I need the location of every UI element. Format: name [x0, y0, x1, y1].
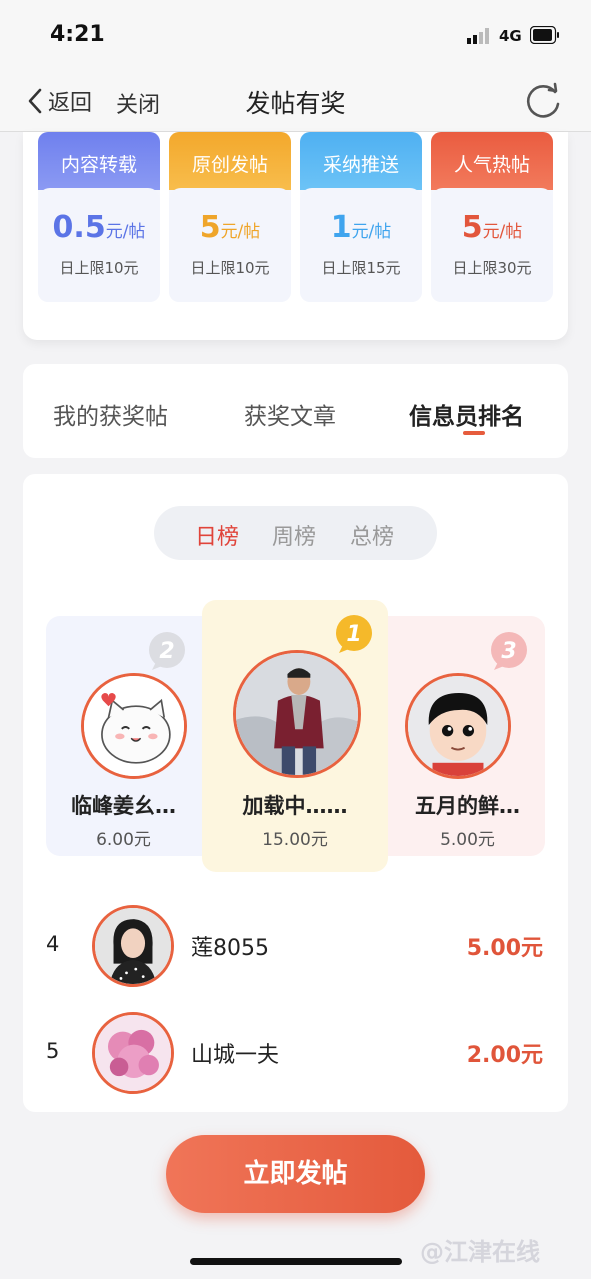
podium-name: 五月的鲜…	[415, 794, 520, 818]
reward-value: 5	[461, 210, 483, 245]
back-button[interactable]: 返回	[26, 86, 92, 116]
signal-icon	[467, 28, 489, 44]
row-amount: 5.00元	[466, 936, 543, 961]
list-item[interactable]: 5 山城一夫 2.00元	[23, 1002, 568, 1102]
podium-amount: 6.00元	[96, 830, 151, 850]
chevron-left-icon	[28, 88, 42, 114]
reward-value: 5	[199, 210, 221, 245]
reward-card: 内容转载 0.5元/帖 日上限10元 原创发帖 5元/帖 日上限10元 采纳推送…	[23, 132, 568, 340]
person-photo-avatar-icon	[236, 653, 358, 775]
avatar[interactable]	[81, 673, 187, 779]
refresh-icon[interactable]	[522, 80, 564, 122]
reward-tile-popular[interactable]: 人气热帖 5元/帖 日上限30元	[431, 132, 553, 302]
avatar[interactable]	[405, 673, 511, 779]
svg-text:2: 2	[159, 639, 174, 664]
reward-value: 0.5	[52, 210, 106, 245]
rank-3-badge-icon: 3	[491, 632, 527, 670]
reward-title: 原创发帖	[169, 132, 291, 190]
network-type: 4G	[499, 27, 522, 45]
reward-unit: 元/帖	[482, 222, 523, 242]
reward-unit: 元/帖	[105, 222, 146, 242]
tab-my-awards[interactable]: 我的获奖帖	[53, 397, 168, 431]
reward-tile-original[interactable]: 原创发帖 5元/帖 日上限10元	[169, 132, 291, 302]
segment-total[interactable]: 总榜	[350, 519, 394, 551]
podium-amount: 5.00元	[440, 830, 495, 850]
reward-title: 内容转载	[38, 132, 160, 190]
post-now-button[interactable]: 立即发帖	[166, 1135, 425, 1213]
list-item[interactable]: 4 莲8055 5.00元	[23, 895, 568, 995]
reward-tile-repost[interactable]: 内容转载 0.5元/帖 日上限10元	[38, 132, 160, 302]
back-label: 返回	[48, 91, 93, 116]
segment-weekly[interactable]: 周榜	[272, 519, 316, 551]
avatar[interactable]	[92, 1012, 174, 1094]
podium-amount: 15.00元	[262, 830, 328, 850]
cartoon-boy-avatar-icon	[408, 676, 508, 776]
svg-text:3: 3	[501, 639, 516, 664]
cat-avatar-icon	[84, 676, 184, 776]
avatar[interactable]	[92, 905, 174, 987]
avatar[interactable]	[233, 650, 361, 778]
period-segment: 日榜 周榜 总榜	[154, 506, 437, 560]
row-rank: 4	[46, 932, 60, 956]
reward-tile-adopted[interactable]: 采纳推送 1元/帖 日上限15元	[300, 132, 422, 302]
reward-unit: 元/帖	[220, 222, 261, 242]
status-time: 4:21	[50, 22, 105, 47]
svg-text:1: 1	[346, 622, 361, 647]
podium-name: 临峰姜幺…	[71, 794, 176, 818]
flower-photo-avatar-icon	[95, 1015, 171, 1091]
nav-bar: 返回 关闭 发帖有奖	[0, 72, 591, 132]
reward-limit: 日上限10元	[59, 259, 139, 277]
reward-value: 1	[330, 210, 352, 245]
row-rank: 5	[46, 1039, 60, 1063]
status-bar: 4:21 4G	[0, 0, 591, 72]
reward-title: 人气热帖	[431, 132, 553, 190]
row-name: 山城一夫	[191, 1043, 280, 1068]
home-indicator	[190, 1258, 402, 1265]
row-name: 莲8055	[191, 936, 269, 961]
segment-daily[interactable]: 日榜	[195, 519, 239, 551]
close-button[interactable]: 关闭	[116, 87, 160, 119]
tab-reporter-ranking[interactable]: 信息员排名	[409, 397, 524, 431]
reward-limit: 日上限15元	[321, 259, 401, 277]
tab-award-articles[interactable]: 获奖文章	[244, 397, 336, 431]
reward-limit: 日上限30元	[452, 259, 532, 277]
woman-photo-avatar-icon	[95, 908, 171, 984]
reward-unit: 元/帖	[351, 222, 392, 242]
tabs-card: 我的获奖帖 获奖文章 信息员排名	[23, 364, 568, 458]
active-tab-indicator	[463, 431, 485, 435]
row-amount: 2.00元	[466, 1043, 543, 1068]
reward-title: 采纳推送	[300, 132, 422, 190]
podium-name: 加载中……	[242, 794, 348, 818]
rank-2-badge-icon: 2	[149, 632, 185, 670]
reward-limit: 日上限10元	[190, 259, 270, 277]
watermark: @江津在线	[420, 1238, 540, 1266]
rank-1-badge-icon: 1	[336, 615, 372, 653]
battery-icon	[530, 26, 559, 44]
